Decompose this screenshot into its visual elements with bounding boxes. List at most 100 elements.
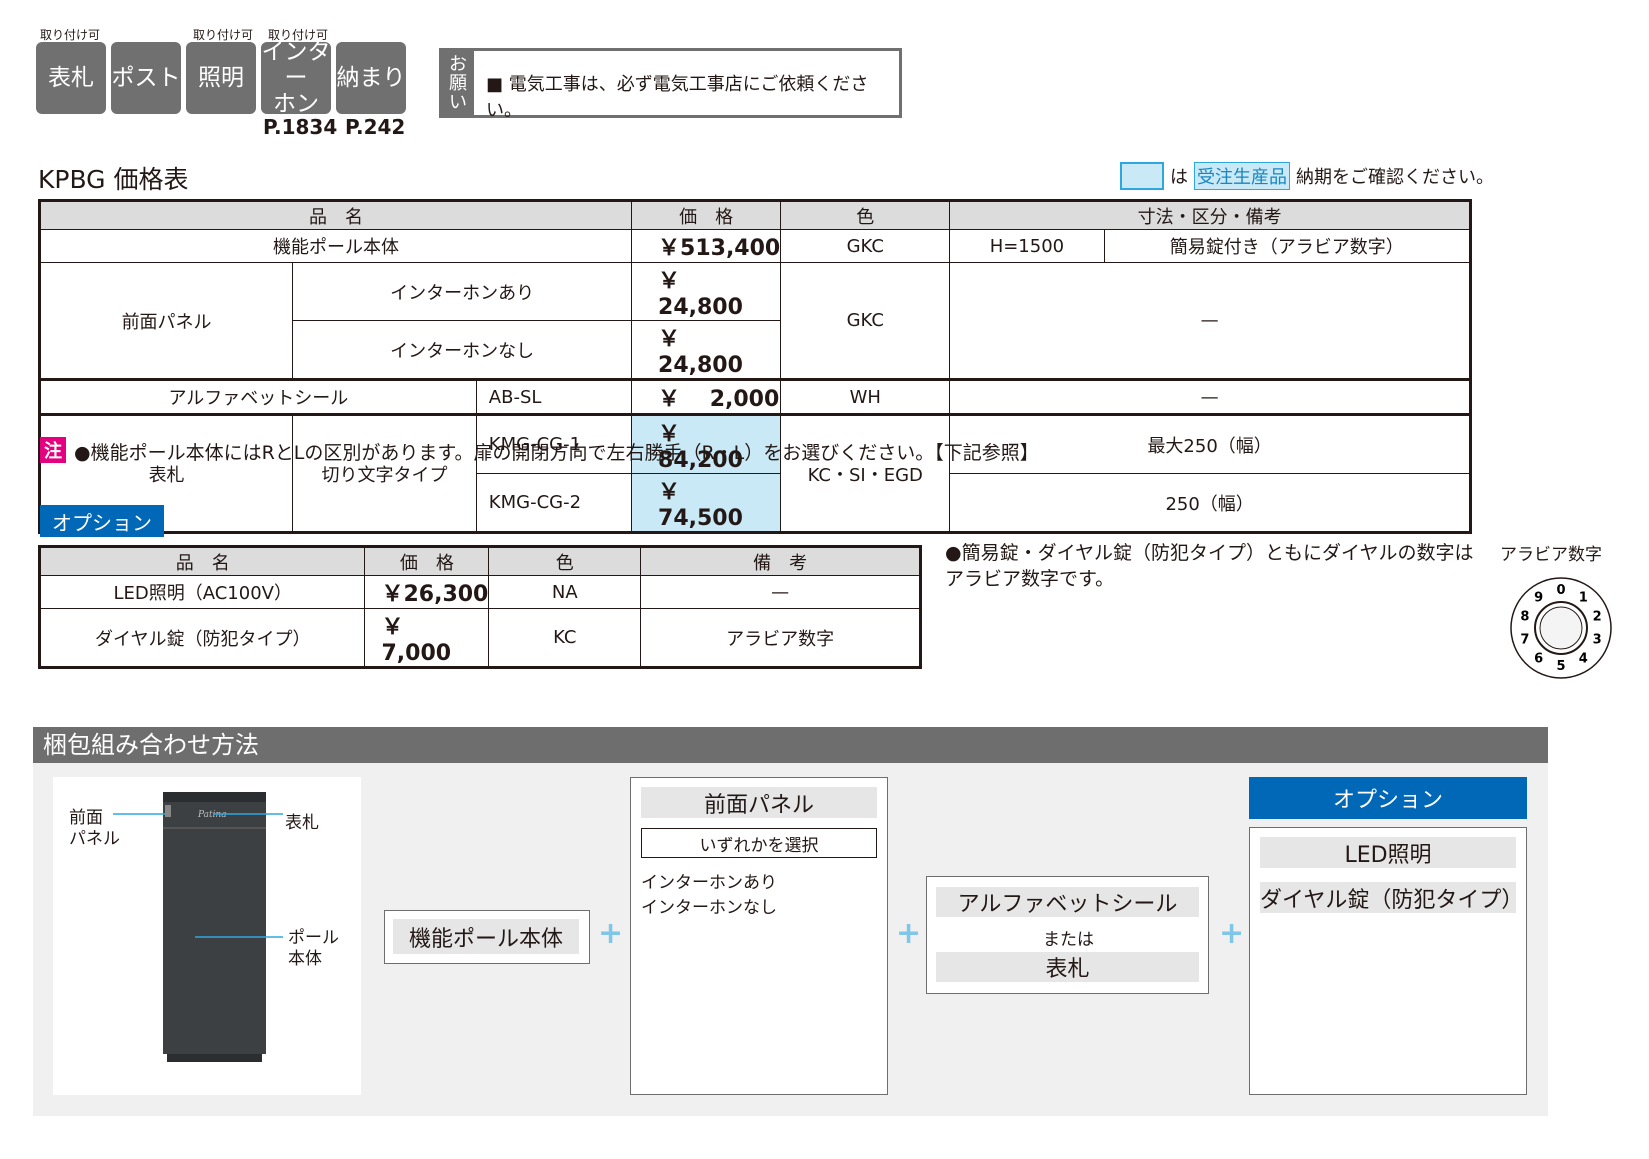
header-price: 価 格 xyxy=(631,200,782,230)
cell-name: LED照明（AC100V） xyxy=(38,575,366,609)
cell-price: ￥26,300 xyxy=(364,575,490,609)
tab-nameplate[interactable]: 表札 xyxy=(36,42,106,114)
select-label: いずれかを選択 xyxy=(641,828,877,858)
cell-color: KC xyxy=(488,608,642,668)
cell-option: インターホンなし xyxy=(292,320,633,380)
label-front-panel: 前面 パネル xyxy=(69,808,120,849)
cell-code: AB-SL xyxy=(475,379,633,415)
cell-type: 切り文字タイプ xyxy=(292,414,477,533)
cell-option: インターホンあり xyxy=(292,262,633,321)
dial-caption: アラビア数字 xyxy=(1500,545,1602,565)
dial-digit: 7 xyxy=(1520,633,1529,648)
cell-price: ￥ 24,800 xyxy=(631,320,782,380)
table-header-row: 品 名 価 格 色 備 考 xyxy=(38,546,921,576)
tab-intercom[interactable]: インター ホン xyxy=(261,39,331,117)
cell-note: — xyxy=(949,379,1471,415)
or-label: または xyxy=(1043,930,1094,950)
page-ref-intercom[interactable]: P.1834 xyxy=(263,115,337,139)
option-led: LED照明 xyxy=(1260,837,1516,868)
dial-digit: 0 xyxy=(1556,583,1565,598)
cell-name: 前面パネル xyxy=(38,262,294,380)
dial-lock-icon: 0 12 34567 89 xyxy=(1510,577,1612,679)
cell-note: 簡易錠付き（アラビア数字） xyxy=(1103,229,1472,263)
plus-icon: + xyxy=(1219,916,1245,951)
cell-name: アルファベットシール xyxy=(39,379,477,415)
cell-price: ￥ 7,000 xyxy=(364,608,490,668)
legend-swatch xyxy=(1120,162,1164,190)
plus-icon: + xyxy=(598,916,624,951)
dial-digit: 3 xyxy=(1593,633,1602,648)
cell-color: NA xyxy=(488,575,642,609)
cell-price: ￥ 24,800 xyxy=(631,262,782,321)
option-dial-lock: ダイヤル錠（防犯タイプ） xyxy=(1260,882,1523,913)
pole-body-label: 機能ポール本体 xyxy=(393,919,579,954)
dial-digit: 5 xyxy=(1556,659,1565,674)
dial-digit: 8 xyxy=(1520,609,1529,624)
option-box: LED照明 ダイヤル錠（防犯タイプ） xyxy=(1249,827,1527,1095)
dial-digit: 2 xyxy=(1593,609,1602,624)
option-label: オプション xyxy=(40,505,164,537)
table-row: アルファベットシール AB-SL ￥ 2,000 WH — xyxy=(39,379,1471,415)
page-ref-installation[interactable]: P.242 xyxy=(345,115,405,139)
legend: は 受注生産品 納期をご確認ください。 xyxy=(1120,162,1494,190)
cell-price: ￥ 2,000 xyxy=(631,379,782,415)
svg-text:Patina: Patina xyxy=(197,810,227,820)
option-with-intercom: インターホンあり xyxy=(641,873,777,893)
table-row: 機能ポール本体 ￥513,400 GKC H=1500 簡易錠付き（アラビア数字… xyxy=(38,229,1472,263)
option-table: 品 名 価 格 色 備 考 LED照明（AC100V） ￥26,300 NA —… xyxy=(38,545,922,669)
dial-note: ●簡易錠・ダイヤル錠（防犯タイプ）ともにダイヤルの数字はアラビア数字です。 xyxy=(945,542,1474,590)
notice-text: ■ 電気工事は、必ず電気工事店にご依頼ください。 xyxy=(486,74,869,121)
front-panel-title: 前面パネル xyxy=(641,787,877,818)
table-row: 前面パネル インターホンあり ￥ 24,800 GKC — xyxy=(38,262,1471,380)
cell-code: KMG-CG-2 xyxy=(475,473,633,533)
header-color: 色 xyxy=(488,546,642,576)
header-price: 価 格 xyxy=(364,546,490,576)
cell-color: GKC xyxy=(780,229,951,263)
notice-box: お願い ■ 電気工事は、必ず電気工事店にご依頼ください。 xyxy=(439,48,902,121)
nameplate-title: 表札 xyxy=(936,952,1199,982)
pole-body-box: 機能ポール本体 xyxy=(384,910,590,964)
table-row: ダイヤル錠（防犯タイプ） ￥ 7,000 KC アラビア数字 xyxy=(38,608,921,668)
cell-color: WH xyxy=(780,379,951,415)
seal-title: アルファベットシール xyxy=(936,887,1199,917)
cell-note: — xyxy=(949,262,1471,380)
dial-digit: 1 xyxy=(1579,590,1588,605)
header-name: 品 名 xyxy=(38,200,633,230)
table-header-row: 品 名 価 格 色 寸法・区分・備考 xyxy=(38,200,1471,230)
cell-note: — xyxy=(640,575,921,609)
legend-highlight: 受注生産品 xyxy=(1194,162,1290,190)
dial-digit: 6 xyxy=(1534,652,1543,667)
tab-note-light: 取り付け可 xyxy=(193,28,254,42)
dial-digit: 4 xyxy=(1579,652,1588,667)
tab-light[interactable]: 照明 xyxy=(186,42,256,114)
tab-installation[interactable]: 納まり xyxy=(336,42,406,114)
header-name: 品 名 xyxy=(38,546,366,576)
notice-label: お願い xyxy=(442,51,474,115)
cell-note: H=1500 xyxy=(949,229,1105,263)
tab-note-nameplate: 取り付け可 xyxy=(40,28,101,42)
header-notes: 備 考 xyxy=(640,546,921,576)
note-mark: 注 xyxy=(40,437,66,463)
legend-post: 納期をご確認ください。 xyxy=(1296,167,1494,188)
cell-name: 機能ポール本体 xyxy=(38,229,633,263)
cell-note: アラビア数字 xyxy=(640,608,921,668)
note-text: ●機能ポール本体にはRとLの区別があります。扉の開閉方向で左右勝手（R・L）をお… xyxy=(74,442,1039,464)
page-title: KPBG 価格表 xyxy=(38,165,189,194)
header-color: 色 xyxy=(780,200,951,230)
front-panel-box: 前面パネル いずれかを選択 インターホンあり インターホンなし xyxy=(630,777,888,1095)
cell-note: 250（幅） xyxy=(949,473,1471,533)
seal-box: アルファベットシール または 表札 xyxy=(926,876,1209,994)
legend-pre: は xyxy=(1170,167,1188,188)
label-pole-body: ポール 本体 xyxy=(288,928,339,969)
option-box-title: オプション xyxy=(1249,777,1527,819)
tab-post[interactable]: ポスト xyxy=(111,42,181,114)
label-nameplate: 表札 xyxy=(285,813,319,833)
cell-price: ￥513,400 xyxy=(631,229,782,263)
option-without-intercom: インターホンなし xyxy=(641,898,777,918)
header-notes: 寸法・区分・備考 xyxy=(949,200,1471,230)
cell-color: KC・SI・EGD xyxy=(780,414,951,533)
price-table: 品 名 価 格 色 寸法・区分・備考 機能ポール本体 ￥513,400 GKC … xyxy=(38,199,1472,534)
cell-color: GKC xyxy=(780,262,951,380)
packing-title: 梱包組み合わせ方法 xyxy=(33,727,1548,763)
plus-icon: + xyxy=(896,916,922,951)
